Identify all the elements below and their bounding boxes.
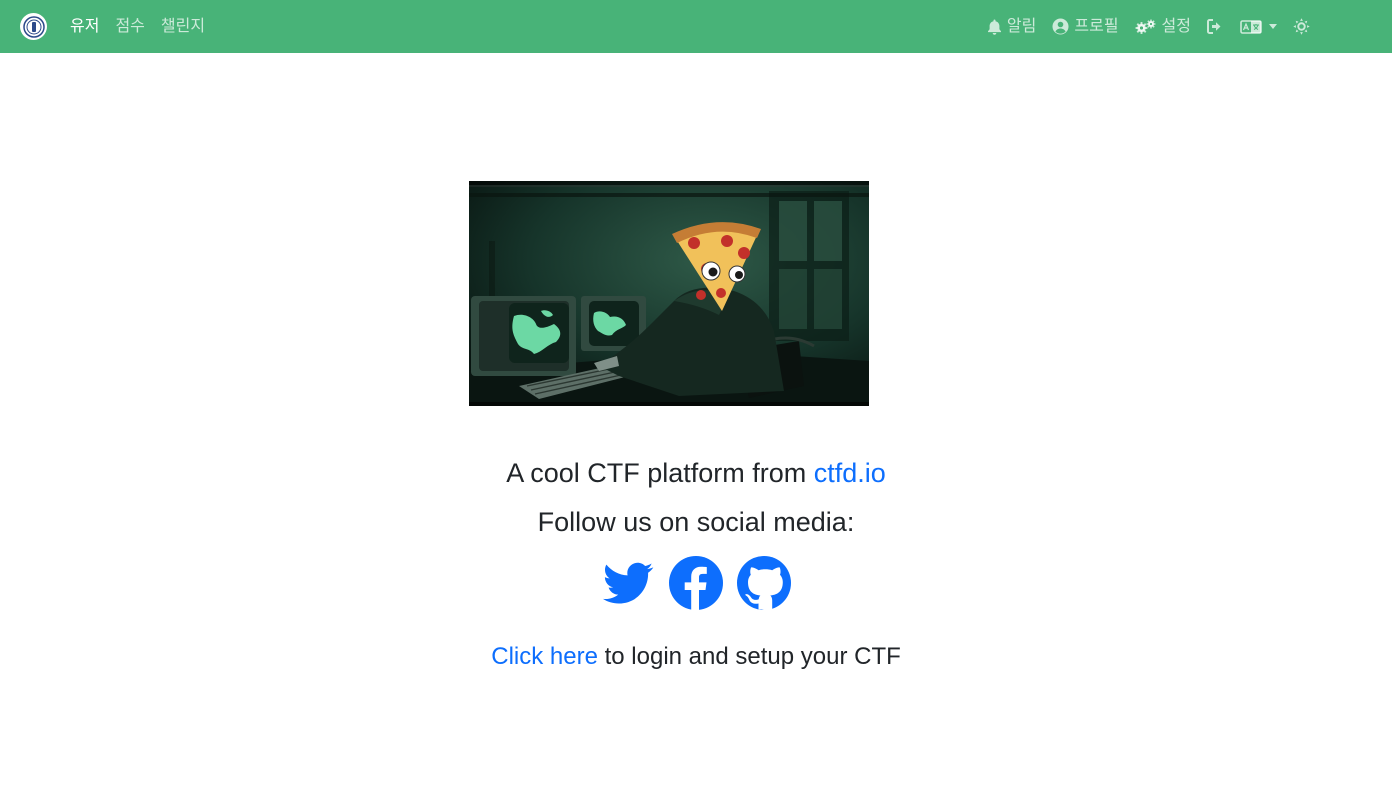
user-circle-icon (1052, 18, 1069, 35)
follow-heading: Follow us on social media: (537, 507, 855, 537)
github-icon (737, 556, 791, 611)
language-icon (1240, 19, 1262, 34)
setup-text: to login and setup your CTF (597, 643, 901, 670)
nav-scoreboard[interactable]: 점수 (115, 17, 144, 37)
nav-settings[interactable]: 설정 (1135, 17, 1191, 37)
nav-users[interactable]: 유저 (70, 17, 99, 37)
nav-theme-toggle[interactable] (1293, 18, 1310, 35)
pizza-hacker-illustration (469, 181, 869, 406)
bell-icon (987, 19, 1001, 35)
facebook-link[interactable] (668, 555, 724, 611)
tagline-prefix: A cool CTF platform from (506, 458, 814, 488)
setup-link[interactable]: Click here (491, 643, 598, 670)
nav-left: 유저 점수 챌린지 (70, 0, 205, 53)
ctfd-link[interactable]: ctfd.io (814, 458, 886, 488)
social-links (0, 555, 1392, 611)
github-link[interactable] (736, 555, 792, 611)
nav-settings-label: 설정 (1161, 17, 1191, 35)
twitter-link[interactable] (600, 555, 656, 611)
nav-language[interactable] (1240, 19, 1277, 34)
logo-icon (22, 15, 45, 38)
hero-image (469, 181, 869, 406)
nav-right: 알림 프로필 설정 (987, 0, 1310, 53)
nav-logout[interactable] (1207, 19, 1224, 34)
tagline: A cool CTF platform from ctfd.io (0, 456, 1392, 490)
theme-toggle-icon (1293, 18, 1310, 35)
gears-icon (1135, 19, 1156, 34)
nav-challenges[interactable]: 챌린지 (161, 17, 205, 37)
nav-notifications-label: 알림 (1006, 17, 1037, 35)
nav-profile[interactable]: 프로필 (1052, 17, 1119, 37)
nav-profile-label: 프로필 (1074, 17, 1119, 35)
twitter-icon (602, 562, 654, 604)
sign-out-icon (1207, 19, 1221, 34)
top-navbar: 유저 점수 챌린지 알림 프로필 설정 (0, 0, 1392, 53)
chevron-down-icon (1269, 24, 1277, 29)
facebook-icon (669, 556, 723, 610)
setup-line: Click here to login and setup your CTF (0, 642, 1392, 672)
brand-logo[interactable] (20, 13, 47, 40)
nav-notifications[interactable]: 알림 (987, 17, 1036, 37)
